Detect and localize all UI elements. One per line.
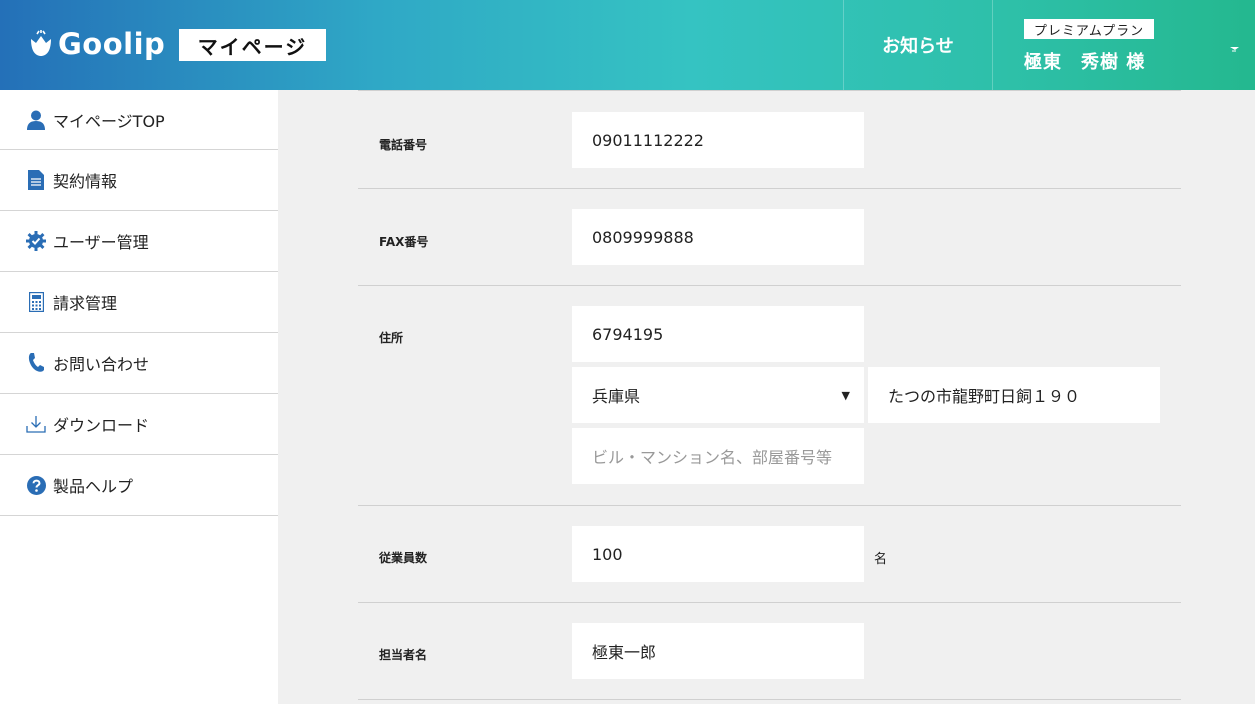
- sidebar-item-label: 契約情報: [53, 172, 118, 191]
- document-icon: [26, 170, 46, 190]
- sidebar-item-download[interactable]: ダウンロード: [0, 394, 278, 455]
- employees-input[interactable]: 100: [572, 526, 864, 582]
- sidebar-item-help[interactable]: 製品ヘルプ: [0, 455, 278, 516]
- tulip-logo-icon: [28, 30, 54, 58]
- notice-link[interactable]: お知らせ: [843, 0, 993, 90]
- sidebar-item-label: マイページTOP: [53, 111, 165, 131]
- user-menu[interactable]: プレミアムプラン 極東 秀樹 様: [993, 0, 1255, 90]
- contact-person-label: 担当者名: [379, 648, 428, 662]
- sidebar-item-label: ユーザー管理: [53, 233, 149, 252]
- contact-person-input[interactable]: 極東一郎: [572, 623, 864, 679]
- phone-input[interactable]: 09011112222: [572, 112, 864, 168]
- fax-label: FAX番号: [379, 235, 429, 249]
- sidebar-item-contact[interactable]: お問い合わせ: [0, 333, 278, 394]
- sidebar-item-billing[interactable]: 請求管理: [0, 272, 278, 333]
- user-menu-caret-icon[interactable]: [1229, 39, 1241, 52]
- user-name: 極東 秀樹 様: [1024, 52, 1146, 73]
- form-row-fax: FAX番号 0809999888: [358, 189, 1181, 286]
- page-title-badge: マイページ: [179, 29, 326, 61]
- form-row-address: 住所 6794195 兵庫県 ▼ たつの市龍野町日飼１９０ ビル・マンション名、…: [358, 286, 1181, 506]
- phone-icon: [26, 353, 46, 373]
- user-icon: [26, 110, 46, 130]
- sidebar-item-mypage-top[interactable]: マイページTOP: [0, 90, 278, 150]
- fax-input[interactable]: 0809999888: [572, 209, 864, 265]
- brand-name: Goolip: [58, 27, 166, 61]
- prefecture-value: 兵庫県: [592, 387, 641, 406]
- employees-unit: 名: [874, 552, 888, 567]
- city-input[interactable]: たつの市龍野町日飼１９０: [868, 367, 1160, 423]
- form-row-employees: 従業員数 100 名: [358, 506, 1181, 603]
- postal-code-input[interactable]: 6794195: [572, 306, 864, 362]
- sidebar-item-label: お問い合わせ: [53, 355, 150, 374]
- download-icon: [26, 414, 46, 434]
- brand-logo[interactable]: Goolip: [28, 24, 165, 64]
- address-label: 住所: [379, 331, 404, 345]
- form-row-phone: 電話番号 09011112222: [358, 92, 1181, 189]
- gear-check-icon: [26, 231, 46, 251]
- building-input[interactable]: ビル・マンション名、部屋番号等: [572, 428, 864, 484]
- phone-label: 電話番号: [379, 138, 428, 152]
- plan-badge: プレミアムプラン: [1024, 19, 1154, 39]
- prefecture-select[interactable]: 兵庫県 ▼: [572, 367, 864, 423]
- sidebar-item-label: 製品ヘルプ: [53, 477, 134, 496]
- sidebar-item-contract[interactable]: 契約情報: [0, 150, 278, 211]
- sidebar-item-user-management[interactable]: ユーザー管理: [0, 211, 278, 272]
- dropdown-arrow-icon: ▼: [841, 389, 850, 402]
- calculator-icon: [26, 292, 46, 312]
- sidebar-item-label: 請求管理: [53, 294, 118, 313]
- employees-label: 従業員数: [379, 551, 428, 565]
- sidebar-item-label: ダウンロード: [53, 416, 150, 435]
- sidebar: マイページTOP 契約情報 ユーザー管理 請求管理 お問い合わせ ダウンロード …: [0, 90, 278, 704]
- help-icon: [26, 475, 46, 495]
- form-row-contact-person: 担当者名 極東一郎: [358, 603, 1181, 700]
- form-area: 電話番号 09011112222 FAX番号 0809999888 住所 679…: [358, 90, 1181, 700]
- header: Goolip マイページ お知らせ プレミアムプラン 極東 秀樹 様: [0, 0, 1255, 90]
